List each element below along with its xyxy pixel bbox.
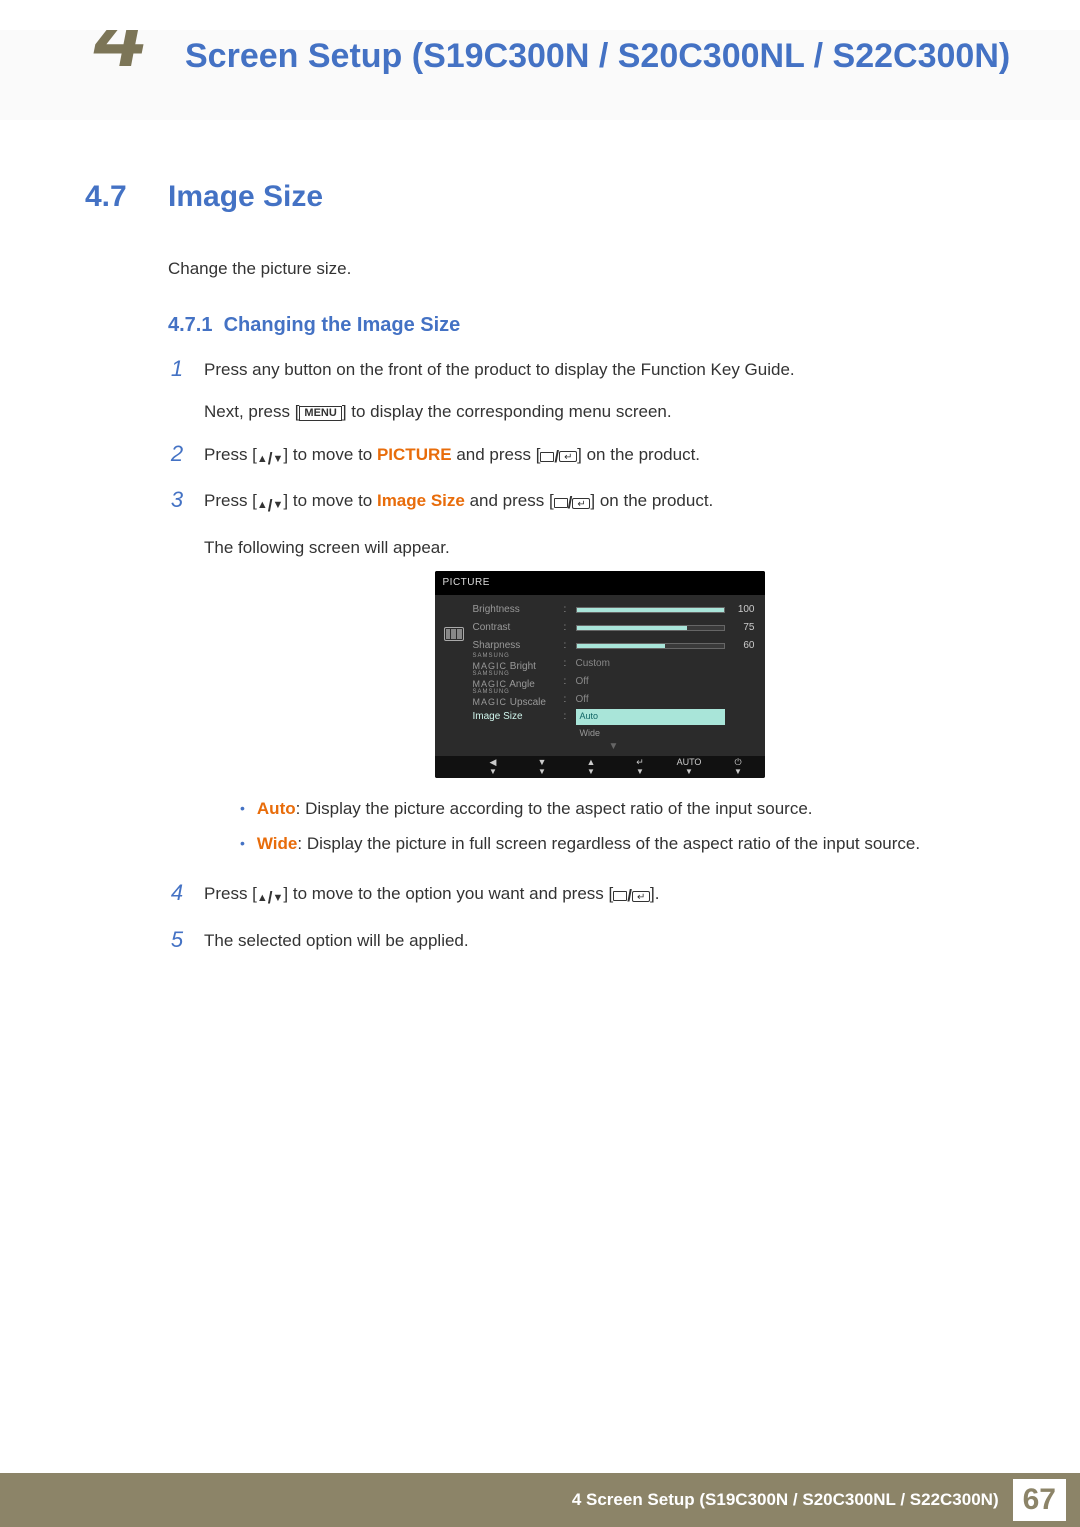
section-heading: 4.7 Image Size: [85, 180, 995, 214]
slider-icon: [576, 643, 725, 649]
osd-label: Image Size: [473, 709, 558, 725]
osd-down-icon: ▼▼: [520, 758, 565, 777]
subsection-title: Changing the Image Size: [224, 314, 461, 336]
clip: [0, 0, 1080, 30]
page-title: Screen Setup (S19C300N / S20C300NL / S22…: [185, 35, 1020, 78]
step-text: Press [: [204, 884, 257, 903]
bullet-desc: : Display the picture in full screen reg…: [297, 834, 920, 853]
step-text: Next, press [: [204, 402, 299, 421]
osd-value: 100: [731, 602, 755, 618]
step-2: 2 Press [▲/▼] to move to PICTURE and pre…: [168, 442, 995, 473]
osd-value: 75: [731, 620, 755, 636]
osd-row-brightness: Brightness: 100: [473, 601, 755, 619]
step-1: 1 Press any button on the front of the p…: [168, 357, 995, 426]
step-body: Press [▲/▼] to move to Image Size and pr…: [204, 488, 995, 865]
content-area: 4.7 Image Size Change the picture size. …: [85, 180, 995, 970]
step-number: 1: [168, 357, 186, 381]
osd-picture-menu: PICTURE Brightness: 100 C: [435, 571, 765, 778]
osd-auto-icon: AUTO▼: [667, 758, 712, 777]
menu-button-icon: MENU: [299, 406, 341, 421]
up-down-icon: ▲/▼: [257, 493, 284, 519]
up-down-icon: ▲/▼: [257, 885, 284, 911]
osd-option-selected: Auto: [576, 709, 725, 725]
osd-label: Contrast: [473, 620, 558, 636]
picture-highlight: PICTURE: [377, 445, 452, 464]
step-number: 4: [168, 881, 186, 905]
bullet-label: Auto: [257, 799, 296, 818]
step-body: The selected option will be applied.: [204, 928, 995, 954]
step-text: Press any button on the front of the pro…: [204, 360, 795, 379]
step-text: and press [: [452, 445, 541, 464]
step-4: 4 Press [▲/▼] to move to the option you …: [168, 881, 995, 912]
picture-icon: [444, 627, 464, 641]
steps-list: 1 Press any button on the front of the p…: [168, 357, 995, 954]
osd-row-contrast: Contrast: 75: [473, 619, 755, 637]
step-text: ] on the product.: [577, 445, 700, 464]
bullet-wide: Wide: Display the picture in full screen…: [240, 831, 995, 857]
step-3: 3 Press [▲/▼] to move to Image Size and …: [168, 488, 995, 865]
step-number: 5: [168, 928, 186, 952]
footer-text: 4 Screen Setup (S19C300N / S20C300NL / S…: [572, 1490, 999, 1510]
osd-label: Brightness: [473, 602, 558, 618]
page-number: 67: [1013, 1479, 1066, 1521]
slider-icon: [576, 625, 725, 631]
step-body: Press [▲/▼] to move to the option you wa…: [204, 881, 995, 912]
osd-value: Custom: [576, 656, 755, 672]
osd-row-magic-bright: SAMSUNGMAGIC Bright: Custom: [473, 655, 755, 673]
step-number: 3: [168, 488, 186, 512]
osd-label: SAMSUNGMAGIC Upscale: [473, 690, 558, 710]
osd-header: PICTURE: [435, 571, 765, 595]
section-number: 4.7: [85, 180, 140, 214]
osd-left-icon: ◀▼: [471, 758, 516, 777]
select-icon: /: [554, 490, 591, 516]
section-title: Image Size: [168, 180, 323, 214]
osd-enter-icon: ↵▼: [618, 758, 663, 777]
step-text: ] to move to: [283, 491, 377, 510]
imagesize-highlight: Image Size: [377, 491, 465, 510]
step-text: Press [: [204, 445, 257, 464]
option-bullets: Auto: Display the picture according to t…: [240, 796, 995, 857]
step-body: Press [▲/▼] to move to PICTURE and press…: [204, 442, 995, 473]
slider-icon: [576, 607, 725, 613]
select-icon: /: [613, 883, 650, 909]
osd-row-image-size: Image Size: Auto Wide: [473, 709, 755, 742]
osd-value: 60: [731, 638, 755, 654]
bullet-auto: Auto: Display the picture according to t…: [240, 796, 995, 822]
osd-row-magic-upscale: SAMSUNGMAGIC Upscale: Off: [473, 691, 755, 709]
osd-label: Sharpness: [473, 638, 558, 654]
step-text: ] on the product.: [590, 491, 713, 510]
step-5: 5 The selected option will be applied.: [168, 928, 995, 954]
step-body: Press any button on the front of the pro…: [204, 357, 995, 426]
osd-list: Brightness: 100 Contrast: 75 Sharpness:: [473, 595, 765, 756]
step-text: ] to move to the option you want and pre…: [283, 884, 613, 903]
step-text: The following screen will appear.: [204, 535, 995, 561]
osd-option: Wide: [576, 726, 725, 742]
step-number: 2: [168, 442, 186, 466]
osd-row-sharpness: Sharpness: 60: [473, 637, 755, 655]
osd-value: Off: [576, 692, 755, 708]
osd-dropdown: Auto Wide: [576, 709, 725, 742]
osd-row-magic-angle: SAMSUNGMAGIC Angle: Off: [473, 673, 755, 691]
bullet-desc: : Display the picture according to the a…: [296, 799, 813, 818]
up-down-icon: ▲/▼: [257, 446, 284, 472]
footer-band: 4 Screen Setup (S19C300N / S20C300NL / S…: [0, 1473, 1080, 1527]
section-intro: Change the picture size.: [168, 259, 995, 279]
step-text: ] to move to: [283, 445, 377, 464]
osd-up-icon: ▲▼: [569, 758, 614, 777]
step-text: ] to display the corresponding menu scre…: [342, 402, 672, 421]
osd-power-icon: ⏻▼: [716, 758, 761, 777]
step-text: ].: [650, 884, 659, 903]
step-text: Press [: [204, 491, 257, 510]
subsection-number: 4.7.1: [168, 314, 212, 336]
select-icon: /: [540, 444, 577, 470]
osd-value: Off: [576, 674, 755, 690]
osd-sidebar: [435, 595, 473, 756]
step-text: and press [: [465, 491, 554, 510]
subsection-heading: 4.7.1 Changing the Image Size: [168, 314, 995, 337]
bullet-label: Wide: [257, 834, 297, 853]
osd-footer: ◀▼ ▼▼ ▲▼ ↵▼ AUTO▼ ⏻▼: [435, 756, 765, 779]
